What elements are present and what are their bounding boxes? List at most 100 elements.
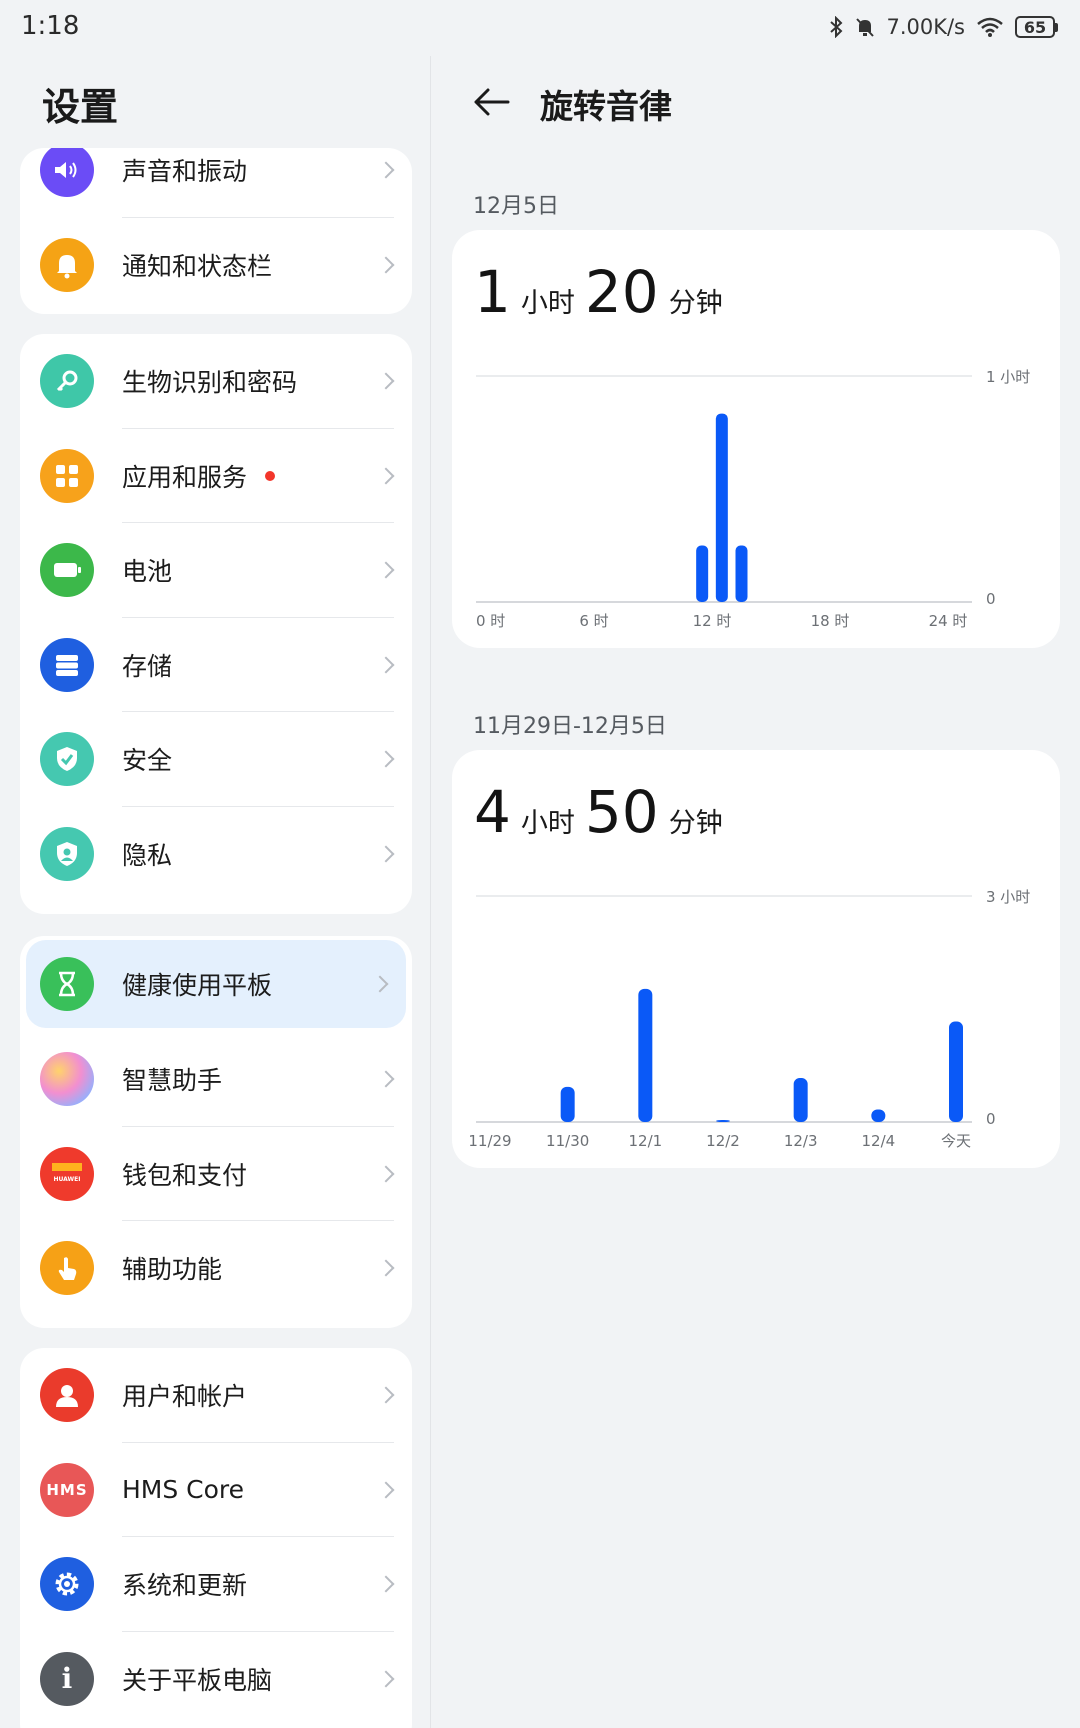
wallet-icon-text: HUAWEI [53,1176,80,1183]
settings-item-storage[interactable]: 存储 [20,618,412,712]
chevron-right-icon [377,372,395,390]
settings-pane: 设置 声音和振动 通知和状态栏 生物识别和密码 应用和服务 电池 存储 安全 隐… [0,56,430,1728]
settings-group-3: 健康使用平板 智慧助手 HUAWEI 钱包和支付 辅助功能 [20,936,412,1328]
settings-item-label: 隐私 [122,840,173,870]
settings-item-hms-core[interactable]: HMS HMS Core [20,1443,412,1537]
x-tick-label: 12/3 [784,1132,818,1150]
shield-check-icon [40,732,94,787]
chevron-right-icon [377,561,395,579]
settings-item-label: 生物识别和密码 [122,368,298,398]
x-tick-label: 0 时 [476,612,505,630]
status-bar: 1:18 7.00K/s 65 [0,0,1080,56]
settings-group-1: 声音和振动 通知和状态栏 [20,148,412,314]
settings-item-label: 用户和帐户 [122,1382,248,1412]
settings-item-label: 电池 [122,557,173,587]
mute-icon [856,18,875,37]
settings-item-label: 存储 [122,651,173,681]
assistant-icon [40,1052,94,1107]
settings-item-digital-balance[interactable]: 健康使用平板 [26,940,406,1028]
usage-bar [638,988,653,1122]
page-title: 旋转音律 [540,87,672,126]
chevron-right-icon [377,1165,395,1183]
settings-item-label: 辅助功能 [122,1255,223,1285]
chevron-right-icon [377,1259,395,1277]
settings-item-accounts[interactable]: 用户和帐户 [20,1348,412,1443]
status-icons: 7.00K/s 65 [828,12,1058,42]
settings-item-label: 系统和更新 [122,1571,248,1601]
settings-item-notifications[interactable]: 通知和状态栏 [20,218,412,313]
usage-bar [716,1120,730,1122]
y-tick-label: 3 小时 [986,888,1030,906]
apps-icon [40,448,94,503]
chevron-right-icon [377,161,395,179]
settings-item-label: 钱包和支付 [122,1160,248,1190]
back-arrow-icon[interactable] [472,84,512,120]
chevron-right-icon [377,1386,395,1404]
settings-item-sound[interactable]: 声音和振动 [20,148,412,218]
battery-level: 65 [1015,16,1055,38]
notification-dot [265,470,276,481]
weekly-usage-chart: 3 小时 0 11/29 11/30 12/1 12/2 12/3 12/4 今天 [468,888,1030,1150]
usage-bar [560,1086,575,1122]
settings-item-label: 声音和振动 [122,157,248,187]
status-time: 1:18 [21,11,80,41]
settings-item-label: 安全 [122,746,173,776]
settings-item-security[interactable]: 安全 [20,712,412,807]
info-icon: i [40,1651,94,1706]
settings-group-2: 生物识别和密码 应用和服务 电池 存储 安全 隐私 [20,334,412,914]
y-tick-label: 0 [986,1110,996,1128]
x-tick-label: 12/4 [861,1132,895,1150]
chevron-right-icon [377,1575,395,1593]
chevron-right-icon [377,467,395,485]
chevron-right-icon [377,1670,395,1688]
hand-icon [40,1241,94,1296]
settings-item-label: 健康使用平板 [122,971,273,1000]
daily-date-label: 12月5日 [473,194,559,219]
x-tick-label: 12/1 [628,1132,662,1150]
wifi-icon [977,17,1003,37]
usage-bar [949,1021,963,1122]
settings-item-assistant[interactable]: 智慧助手 [20,1032,412,1127]
settings-item-system-update[interactable]: 系统和更新 [20,1537,412,1632]
x-tick-label: 12 时 [693,612,732,630]
usage-bar [715,413,728,602]
settings-item-wallet[interactable]: HUAWEI 钱包和支付 [20,1127,412,1221]
bell-icon [40,237,94,292]
weekly-date-label: 11月29日-12月5日 [473,714,667,739]
battery-icon: 65 [1015,16,1058,38]
settings-item-apps[interactable]: 应用和服务 [20,429,412,523]
settings-item-label: 智慧助手 [122,1066,223,1096]
usage-bar [696,545,709,602]
x-tick-label: 6 时 [579,612,608,630]
usage-bar [735,545,748,602]
daily-usage-card: 1 小时 20 分钟 1 小时 0 0 时6 时 12 时 18 时 24 时 [452,230,1060,648]
x-tick-label: 12/2 [706,1132,740,1150]
usage-bar [793,1078,808,1122]
settings-item-label: 应用和服务 [122,458,276,494]
settings-item-label: 通知和状态栏 [122,251,273,281]
chevron-right-icon [377,1070,395,1088]
chevron-right-icon [377,256,395,274]
daily-usage-chart: 1 小时 0 0 时 6 时 12 时 18 时 24 时 [476,368,1030,630]
settings-item-about[interactable]: i 关于平板电脑 [20,1632,412,1727]
settings-item-battery[interactable]: 电池 [20,523,412,618]
x-tick-label: 24 时 [929,612,968,630]
x-tick-label: 11/29 [468,1132,511,1150]
settings-item-privacy[interactable]: 隐私 [20,807,412,902]
x-tick-label: 今天 [941,1132,971,1150]
chevron-right-icon [377,1481,395,1499]
weekly-usage-card: 4 小时 50 分钟 3 小时 0 11/29 11/30 12/1 12/2 12/3 12/4 今… [452,750,1060,1168]
hms-icon: HMS [40,1462,94,1517]
sound-icon [40,148,94,198]
wallet-icon: HUAWEI [40,1146,94,1201]
user-icon [40,1368,94,1423]
chevron-right-icon [377,845,395,863]
chevron-right-icon [377,750,395,768]
settings-group-4: 用户和帐户 HMS HMS Core 系统和更新 i 关于平板电脑 [20,1348,412,1728]
chevron-right-icon [371,975,389,993]
settings-item-accessibility[interactable]: 辅助功能 [20,1221,412,1316]
key-icon [40,354,94,409]
settings-item-biometrics[interactable]: 生物识别和密码 [20,334,412,429]
settings-item-label: HMS Core [122,1475,245,1505]
y-tick-label: 0 [986,590,996,608]
